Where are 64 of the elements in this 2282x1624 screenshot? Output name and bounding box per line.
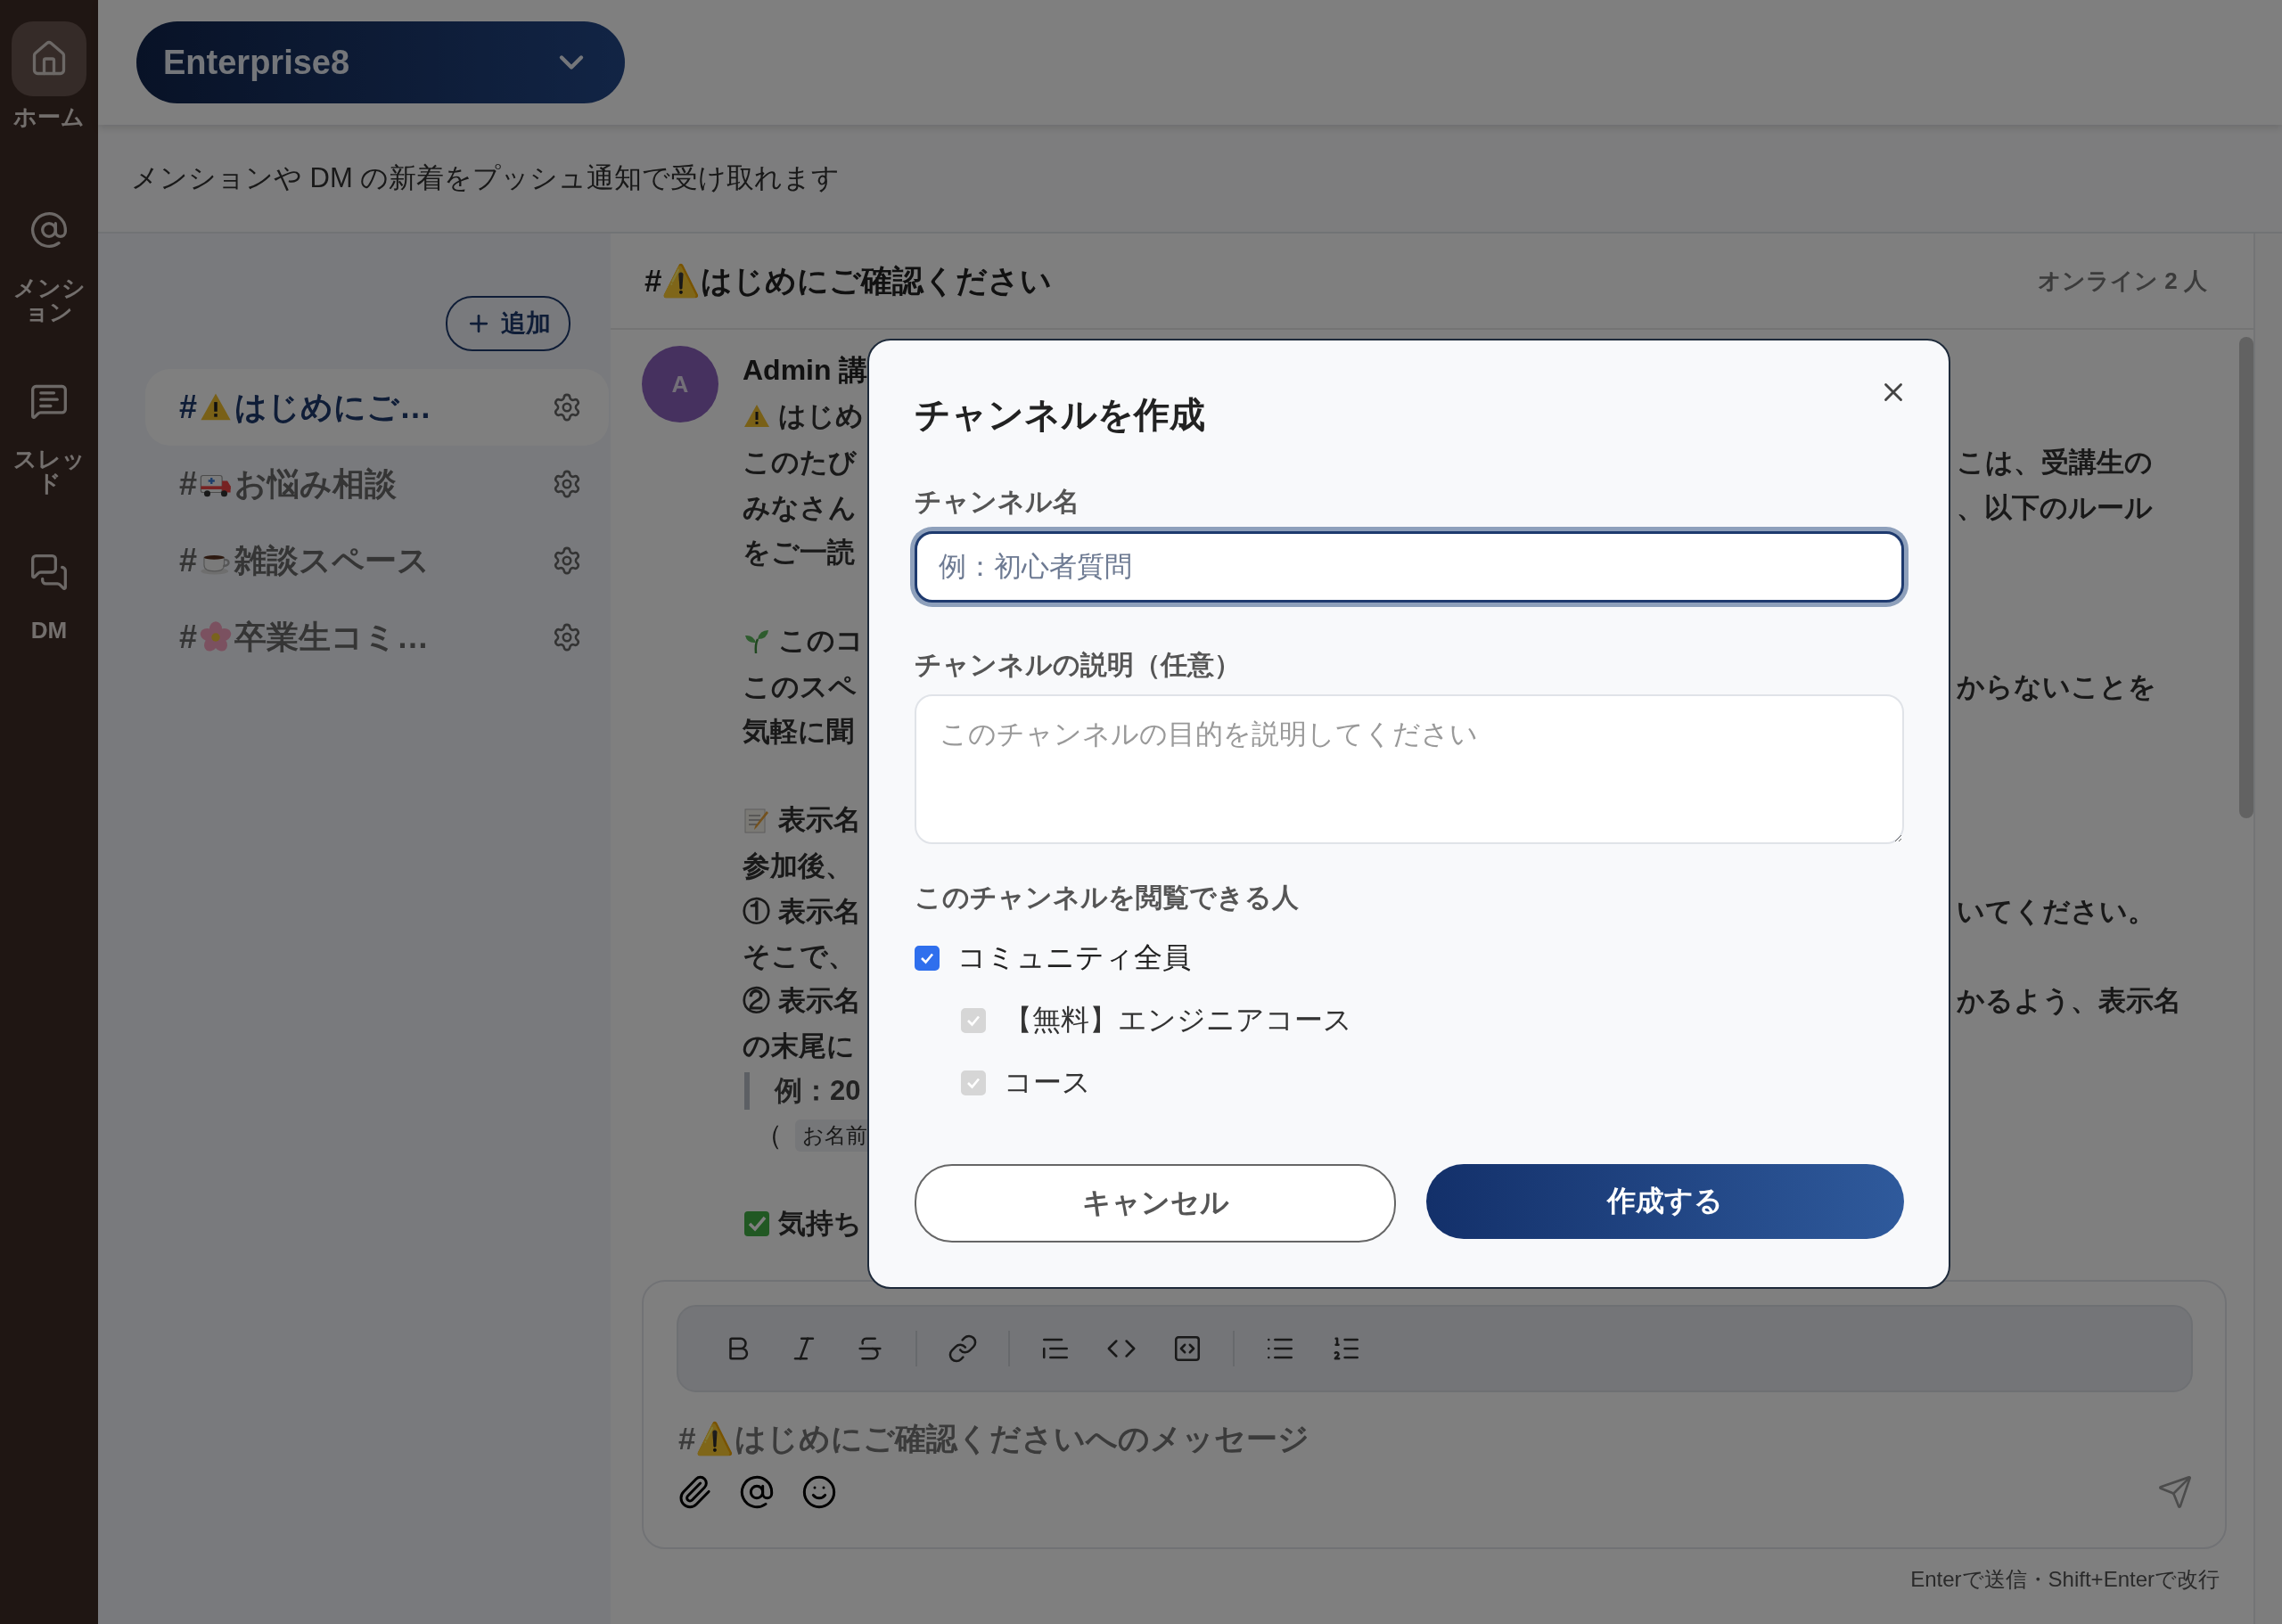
message-text: 、以下のルール [1957, 490, 2153, 525]
message-text: 気持ち [778, 1207, 862, 1242]
message-text: ① 表示名 [743, 894, 861, 929]
at-sign-icon[interactable] [739, 1474, 775, 1510]
nav-item[interactable]: メンション [0, 193, 98, 364]
channel-item[interactable]: # はじめにご… [145, 369, 609, 446]
channel-name-field[interactable]: 例：初心者質問 [915, 531, 1904, 603]
message-text: 参加後、 [743, 849, 853, 884]
field-label: チャンネル名 [915, 486, 1080, 518]
settings-icon[interactable] [552, 469, 582, 499]
field-label: このチャンネルを閲覧できる人 [915, 882, 1300, 914]
flower-icon [199, 620, 234, 654]
channel-item[interactable]: # 卒業生コミ… [145, 599, 609, 676]
add-channel-button[interactable]: 追加 [446, 296, 570, 351]
create-button[interactable]: 作成する [1426, 1164, 1904, 1239]
shortcut-hint: Enterで送信・Shift+Enterで改行 [1910, 1566, 2220, 1593]
channel-item[interactable]: # お悩み相談 [145, 446, 609, 522]
nav-item[interactable]: スレッド [0, 364, 98, 535]
message-text: このたび [743, 446, 857, 480]
settings-icon[interactable] [552, 545, 582, 576]
checkbox-label: 【無料】エンジニアコース [1004, 1003, 1352, 1038]
message-input[interactable]: #⚠はじめにご確認くださいへのメッセージ [677, 1412, 2193, 1465]
workspace-switcher[interactable]: Enterprise8 [136, 21, 625, 103]
message-text: からないことを [1957, 669, 2156, 704]
checkbox-label: コース [1004, 1065, 1091, 1100]
checkbox[interactable] [915, 946, 940, 971]
message-text: かるよう、表示名 [1957, 984, 2181, 1019]
online-count: オンライン 2 人 [2038, 266, 2207, 296]
message-text: こは、受講生の [1957, 446, 2153, 480]
channel-title: #⚠はじめにご確認ください [644, 261, 1053, 300]
nav-item[interactable]: ホーム [0, 21, 98, 193]
checkbox-label: コミュニティ全員 [957, 940, 1191, 975]
settings-icon[interactable] [552, 622, 582, 652]
send-icon[interactable] [2157, 1474, 2193, 1510]
message-text: をご一読 [743, 535, 855, 570]
message-text: はじめ [778, 399, 864, 434]
dialog-title: チャンネルを作成 [915, 394, 1206, 436]
memo-icon [743, 806, 771, 835]
message-text: （ [754, 1119, 783, 1153]
message-text: このコ [778, 624, 864, 659]
quote-text: 例：20 [744, 1071, 861, 1110]
message-text: みなさん [743, 490, 857, 525]
chat-bubbles-icon [29, 553, 69, 592]
author-name: Admin 講 [743, 352, 868, 388]
avatar: A [642, 346, 718, 422]
message-text: いてください。 [1957, 894, 2155, 929]
scrollbar-thumb[interactable] [2239, 337, 2253, 818]
message-text: 表示名 [778, 803, 861, 838]
channel-item[interactable]: # 雑談スペース [145, 522, 609, 599]
check-icon [743, 1210, 771, 1239]
field-label: チャンネルの説明（任意） [915, 649, 1242, 681]
nav-item[interactable]: DM [0, 535, 98, 706]
code-block-icon [1172, 1333, 1203, 1364]
message-text: このスペ [743, 669, 857, 704]
cancel-button[interactable]: キャンセル [915, 1164, 1396, 1243]
message-text: ② 表示名 [743, 984, 861, 1019]
message-text: の末尾に [743, 1029, 855, 1063]
description-field[interactable]: このチャンネルの目的を説明してください [915, 694, 1904, 844]
message-text: 気軽に聞 [743, 715, 854, 750]
settings-icon[interactable] [552, 392, 582, 422]
link-icon [948, 1333, 978, 1364]
at-sign-icon [29, 210, 69, 250]
message-text: そこで、 [743, 939, 856, 973]
smile-icon[interactable] [801, 1474, 837, 1510]
